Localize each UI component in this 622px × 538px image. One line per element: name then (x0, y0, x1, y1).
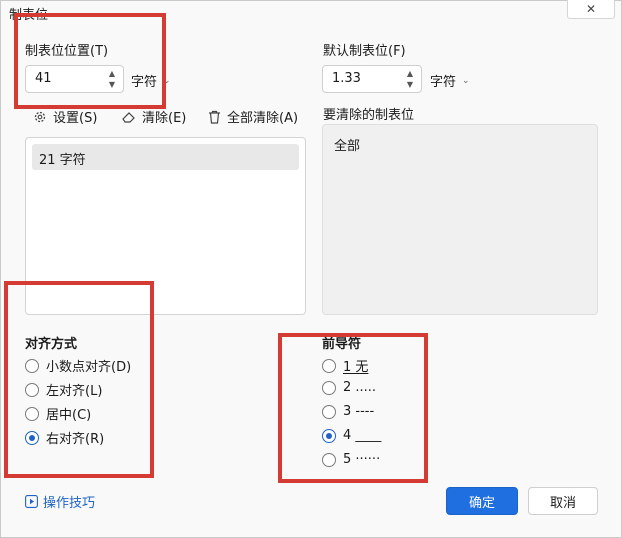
tips-link-label: 操作技巧 (43, 496, 96, 511)
list-item[interactable]: 21 字符 (32, 144, 299, 170)
eraser-icon (122, 112, 135, 123)
clear-button[interactable]: 清除(E) (121, 107, 186, 126)
cancel-button[interactable]: 取消 (528, 487, 598, 515)
set-button-label: 设置(S) (53, 111, 98, 126)
cancel-button-label: 取消 (549, 495, 576, 511)
set-button[interactable]: 设置(S) (33, 107, 97, 126)
tabs-to-clear-value: 全部 (334, 139, 361, 154)
ok-button-label: 确定 (468, 495, 495, 511)
close-icon: ✕ (585, 2, 597, 16)
default-tab-unit-select[interactable]: 字符 ⌄ (430, 71, 470, 90)
highlight-box-leader (278, 333, 428, 483)
list-item-label: 21 字符 (39, 153, 86, 168)
highlight-box-tab-position (14, 13, 166, 109)
tabs-to-clear-label: 要清除的制表位 (323, 108, 415, 123)
tips-link[interactable]: 操作技巧 (25, 492, 95, 511)
unit-label: 字符 (430, 75, 457, 90)
tabs-to-clear-box: 全部 (322, 124, 598, 315)
clear-all-button-label: 全部清除(A) (227, 111, 299, 126)
close-button[interactable]: ✕ (567, 0, 615, 19)
default-tab-value: 1.33 (332, 71, 361, 86)
highlight-box-alignment (4, 281, 154, 478)
clear-button-label: 清除(E) (142, 111, 187, 126)
spin-down-icon[interactable]: ▼ (405, 80, 415, 90)
gear-icon (34, 111, 46, 122)
spin-up-icon[interactable]: ▲ (405, 69, 415, 79)
clear-all-button[interactable]: 全部清除(A) (208, 107, 298, 126)
default-tab-input[interactable]: 1.33 ▲ ▼ (322, 65, 422, 93)
ok-button[interactable]: 确定 (446, 487, 518, 515)
play-icon (25, 495, 38, 508)
chevron-down-icon: ⌄ (462, 75, 470, 86)
default-tab-label: 默认制表位(F) (323, 44, 406, 59)
trash-icon (209, 110, 220, 124)
